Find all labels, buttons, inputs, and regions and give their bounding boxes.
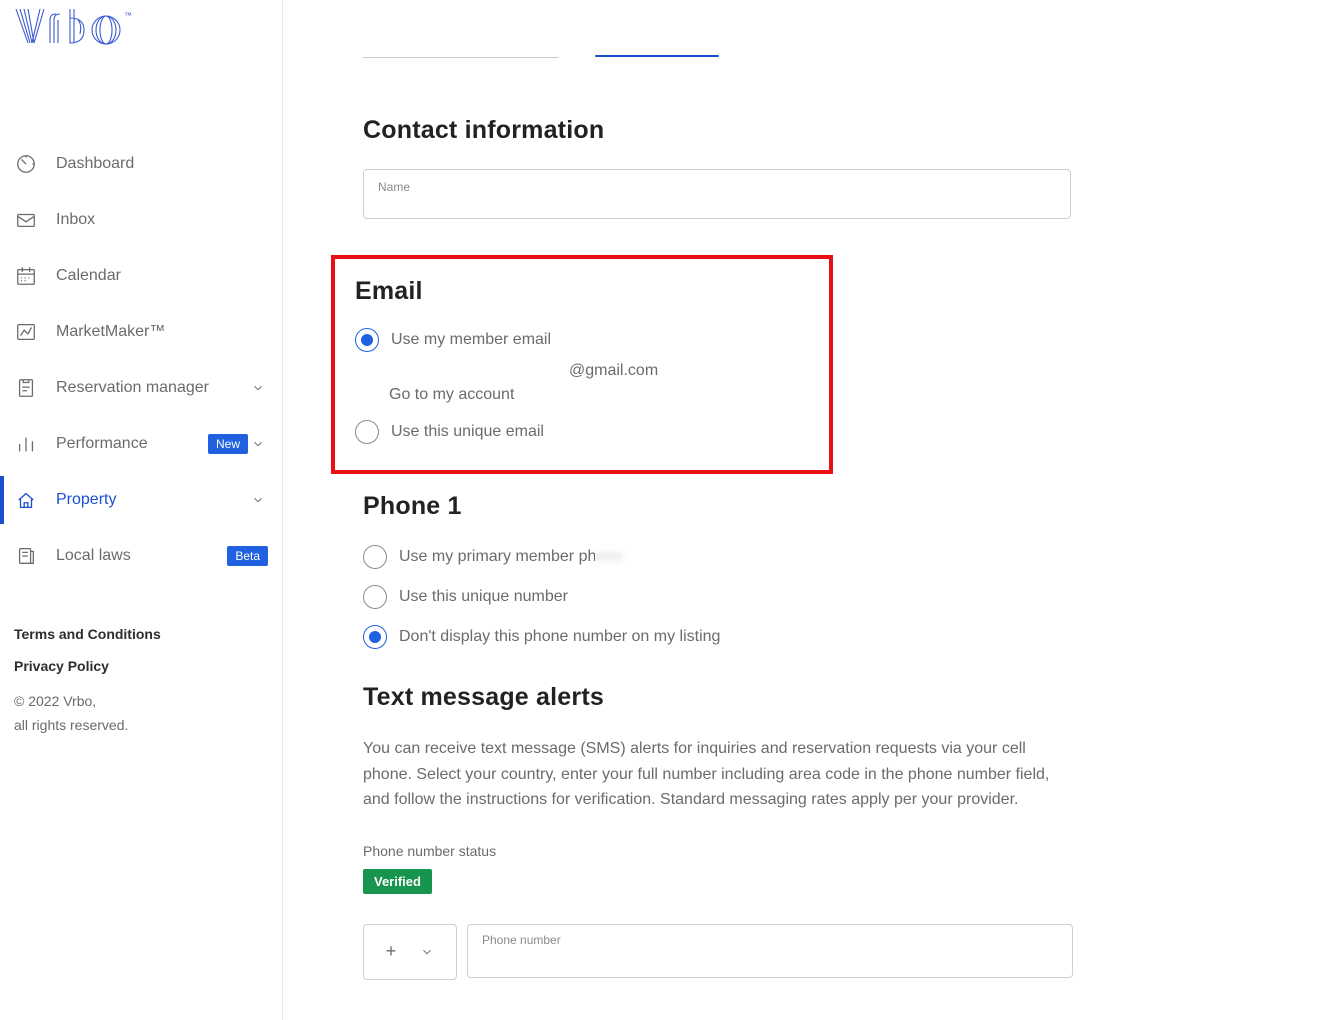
cutoff-button-primary[interactable] [595, 55, 719, 57]
sidebar-item-local-laws[interactable]: Local laws Beta [0, 528, 282, 584]
logo[interactable]: ™ [0, 0, 282, 66]
email-option-unique[interactable]: Use this unique email [355, 420, 809, 444]
radio-label: Use my primary member phone [399, 548, 623, 566]
phone-number-input[interactable]: Phone number [467, 924, 1073, 978]
radio-selected[interactable] [363, 625, 387, 649]
dashboard-icon [14, 152, 38, 176]
sidebar-item-calendar[interactable]: Calendar [0, 248, 282, 304]
sidebar-item-label: Property [56, 491, 248, 509]
email-highlight-box: Email Use my member email @gmail.com Go … [331, 255, 833, 474]
name-input[interactable]: Name [363, 169, 1071, 219]
calendar-icon [14, 264, 38, 288]
radio-unselected[interactable] [363, 545, 387, 569]
email-domain: @gmail.com [569, 362, 658, 379]
sidebar-footer: Terms and Conditions Privacy Policy © 20… [0, 626, 282, 738]
chevron-down-icon [248, 437, 268, 451]
chevron-down-icon [248, 493, 268, 507]
radio-unselected[interactable] [355, 420, 379, 444]
phone-section: Phone 1 Use my primary member phone Use … [363, 492, 1323, 649]
chevron-down-icon [420, 945, 434, 959]
radio-label: Don't display this phone number on my li… [399, 628, 720, 646]
go-to-account-link[interactable]: Go to my account [389, 386, 809, 404]
radio-unselected[interactable] [363, 585, 387, 609]
performance-icon [14, 432, 38, 456]
sms-description: You can receive text message (SMS) alert… [363, 736, 1071, 813]
beta-badge: Beta [227, 546, 268, 566]
redacted-overlay [595, 482, 955, 598]
sidebar-item-reservation-manager[interactable]: Reservation manager [0, 360, 282, 416]
chevron-down-icon [248, 381, 268, 395]
svg-text:™: ™ [124, 11, 132, 20]
member-email-value: @gmail.com [389, 362, 809, 380]
copyright: © 2022 Vrbo, all rights reserved. [14, 690, 268, 738]
verified-badge: Verified [363, 869, 432, 894]
top-buttons-cutoff [363, 55, 1323, 58]
sidebar-item-label: Local laws [56, 547, 227, 565]
sidebar-item-marketmaker[interactable]: MarketMaker™ [0, 304, 282, 360]
cc-prefix: + [386, 941, 397, 962]
radio-label: Use this unique email [391, 423, 544, 441]
main-content: Contact information Name Email Use my me… [283, 0, 1323, 1020]
sidebar-item-performance[interactable]: Performance New [0, 416, 282, 472]
property-icon [14, 488, 38, 512]
sidebar-item-label: MarketMaker™ [56, 323, 268, 341]
phone-status-label: Phone number status [363, 843, 1323, 859]
sms-heading: Text message alerts [363, 683, 1323, 712]
radio-label: Use my member email [391, 331, 551, 349]
radio-selected[interactable] [355, 328, 379, 352]
email-option-member[interactable]: Use my member email [355, 328, 809, 352]
cutoff-button-outline[interactable] [363, 55, 559, 58]
sidebar-item-label: Inbox [56, 211, 268, 229]
sidebar-item-label: Calendar [56, 267, 268, 285]
sidebar-item-label: Dashboard [56, 155, 268, 173]
contact-heading: Contact information [363, 116, 1323, 145]
phone-label: Phone number [482, 933, 1058, 947]
sidebar-item-property[interactable]: Property [0, 472, 282, 528]
privacy-link[interactable]: Privacy Policy [14, 658, 268, 674]
terms-link[interactable]: Terms and Conditions [14, 626, 268, 642]
local-laws-icon [14, 544, 38, 568]
copyright-line: © 2022 Vrbo, [14, 690, 268, 714]
copyright-line: all rights reserved. [14, 714, 268, 738]
phone-input-row: + Phone number [363, 924, 1323, 980]
sidebar-nav: Dashboard Inbox Calendar MarketMaker™ Re… [0, 136, 282, 584]
new-badge: New [208, 434, 248, 454]
marketmaker-icon [14, 320, 38, 344]
inbox-icon [14, 208, 38, 232]
sidebar: ™ Dashboard Inbox Calendar MarketMake [0, 0, 283, 1020]
sidebar-item-label: Reservation manager [56, 379, 248, 397]
country-code-select[interactable]: + [363, 924, 457, 980]
sidebar-item-dashboard[interactable]: Dashboard [0, 136, 282, 192]
phone-option-hide[interactable]: Don't display this phone number on my li… [363, 625, 1323, 649]
email-heading: Email [355, 277, 809, 306]
radio-label: Use this unique number [399, 588, 568, 606]
name-label: Name [378, 180, 1056, 194]
sidebar-item-label: Performance [56, 435, 200, 453]
reservation-icon [14, 376, 38, 400]
sidebar-item-inbox[interactable]: Inbox [0, 192, 282, 248]
